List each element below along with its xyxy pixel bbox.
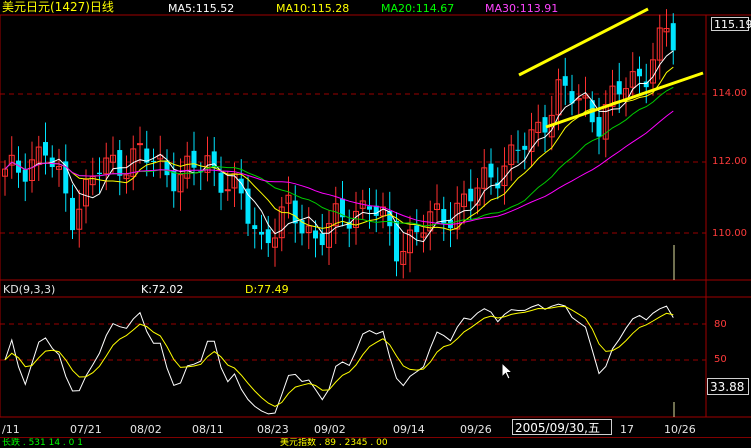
candle-body-down: [265, 229, 271, 244]
ma5-label: MA5:115.52: [168, 2, 235, 15]
x-label-0721: 07/21: [70, 423, 102, 436]
candle-body-down: [259, 231, 264, 235]
candle-body-down: [488, 163, 494, 178]
kd-title: KD(9,3,3): [3, 283, 56, 296]
candle-body-down: [43, 142, 48, 156]
candle-body-down: [97, 172, 102, 175]
candle-body-down: [542, 117, 548, 133]
cursor-date-box: 2005/09/30,五: [512, 419, 612, 435]
x-label-0811: 08/11: [192, 423, 224, 436]
candle-body-down: [22, 169, 28, 182]
candle-body-down: [522, 145, 528, 150]
price-tick-114: 114.00: [712, 88, 747, 99]
candle-body-up: [137, 143, 143, 146]
candle-body-down: [252, 225, 258, 230]
candle-body-down: [468, 188, 474, 202]
candle-body-down: [218, 172, 224, 193]
candle-body-down: [670, 23, 676, 51]
x-label-0711: /11: [2, 423, 20, 436]
candle-body-down: [387, 210, 393, 227]
x-label-0823: 08/23: [257, 423, 289, 436]
candle-body-down: [637, 68, 642, 77]
candle-body-down: [562, 76, 568, 86]
ma10-label: MA10:115.28: [276, 2, 350, 15]
kd-tick-50: 50: [714, 354, 727, 365]
kd-k-line: [4, 303, 674, 415]
ma20-line: [4, 86, 674, 227]
kd-k-value: K:72.02: [141, 283, 184, 296]
candle-body-down: [441, 209, 447, 225]
ma20-label: MA20:114.67: [381, 2, 455, 15]
upper-trend-line: [518, 7, 649, 77]
candle-body-down: [373, 205, 379, 216]
candle-body-down: [292, 200, 298, 224]
candle-body-down: [319, 233, 325, 246]
current-price-box: 115.19: [711, 17, 751, 31]
mouse-cursor-icon: [501, 362, 514, 380]
candle-body-down: [515, 149, 521, 151]
kd-lines: [4, 303, 674, 415]
x-label-0802: 08/02: [130, 423, 162, 436]
price-tick-110: 110.00: [712, 228, 747, 239]
candle-body-down: [596, 117, 602, 137]
candle-body-down: [151, 160, 156, 162]
moving-average-lines: [4, 50, 674, 243]
candle-body-down: [367, 206, 372, 210]
x-label-1026: 10/26: [664, 423, 696, 436]
x-label-17: 17: [620, 423, 634, 436]
kd-tick-80: 80: [714, 319, 727, 330]
candle-body-down: [495, 182, 501, 189]
x-label-0914: 09/14: [393, 423, 425, 436]
candle-body-down: [171, 170, 177, 192]
ma30-line: [4, 110, 674, 226]
kd-d-value: D:77.49: [245, 283, 289, 296]
candle-body-down: [313, 230, 318, 239]
candle-body-down: [191, 150, 197, 168]
candle-body-down: [117, 150, 123, 176]
x-label-0926: 09/26: [460, 423, 492, 436]
candlesticks: [2, 9, 676, 279]
candle-body-down: [414, 225, 420, 233]
kd-current-box: 33.88: [707, 378, 749, 395]
candle-body-down: [616, 81, 622, 95]
chart-title: 美元日元(1427)日线: [2, 0, 114, 14]
candle-body-down: [70, 197, 75, 231]
candle-body-up: [224, 189, 231, 192]
candle-body-down: [394, 220, 399, 262]
x-label-0902: 09/02: [314, 423, 346, 436]
price-tick-112: 112.00: [712, 156, 747, 167]
ma30-label: MA30:113.91: [485, 2, 559, 15]
bottom-status-bar: 长跌 . 531 14 . 0 1 美元指数 . 89 . 2345 . 00: [0, 437, 751, 448]
trend-lines: [518, 7, 704, 417]
kd-d-line: [4, 305, 674, 407]
candlestick-chart[interactable]: [0, 0, 751, 447]
